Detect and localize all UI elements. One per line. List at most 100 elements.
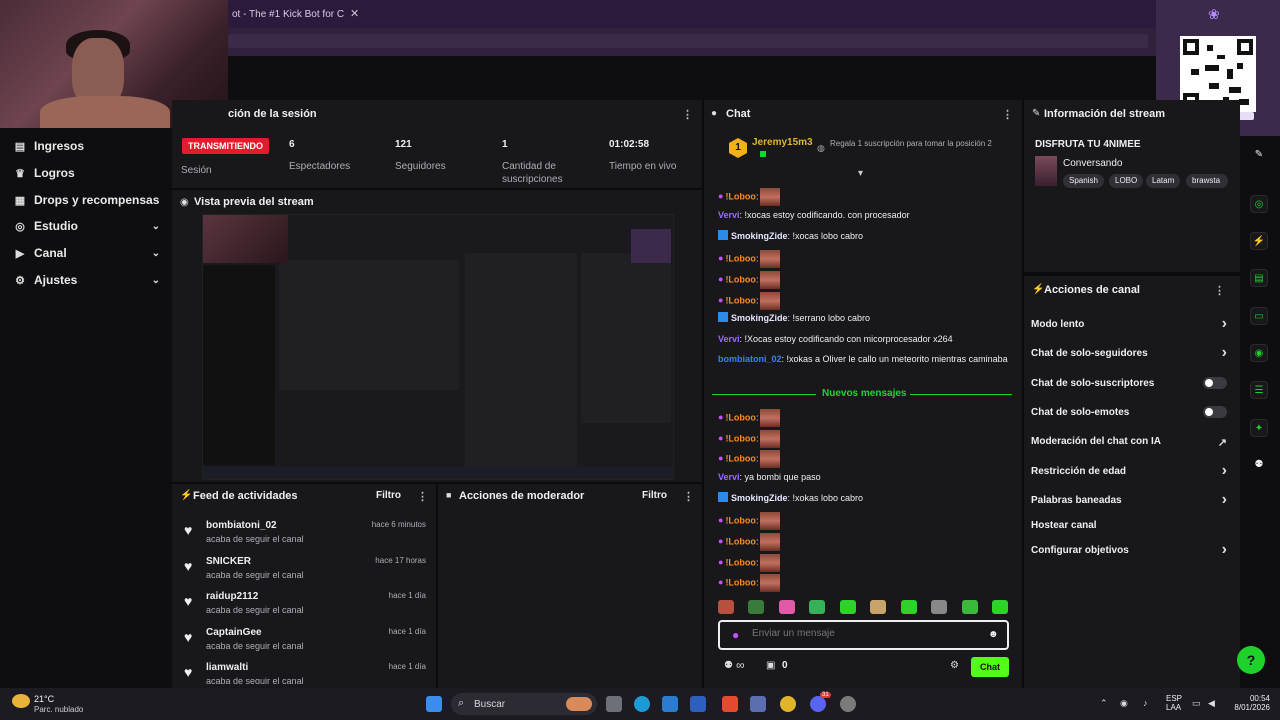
channel-action-chat-de-solo-emotes[interactable]: Chat de solo-emotes: [1031, 406, 1227, 418]
emote-shortcut-icon[interactable]: [748, 600, 765, 614]
layout-icon[interactable]: ☰: [1250, 381, 1268, 399]
actions-menu-icon[interactable]: ⋮: [1214, 284, 1225, 297]
tray-app-icon[interactable]: ◉: [1120, 698, 1128, 709]
camera-icon[interactable]: ◎: [1250, 195, 1268, 213]
channel-action-restricción-de-edad[interactable]: Restricción de edad ›: [1031, 462, 1227, 479]
feed-user[interactable]: bombiatoni_02: [206, 520, 277, 531]
chat-username[interactable]: !Loboo: [725, 253, 756, 263]
files-icon[interactable]: [606, 696, 622, 712]
lang-indicator[interactable]: ESP LAA: [1166, 694, 1186, 712]
feed-menu-icon[interactable]: ⋮: [417, 490, 428, 503]
wrench-icon[interactable]: ✦: [1250, 419, 1268, 437]
chrome-icon[interactable]: [780, 696, 796, 712]
chat-username[interactable]: Vervi: [718, 334, 740, 344]
address-field[interactable]: [228, 34, 1148, 48]
chat-username[interactable]: Vervi: [718, 472, 740, 482]
users-tool-icon[interactable]: ⚉: [1250, 456, 1268, 474]
discord-icon[interactable]: [810, 696, 826, 712]
pinned-user[interactable]: Jeremy15m3: [752, 137, 813, 148]
chat-settings-icon[interactable]: ⚙: [950, 660, 959, 671]
sidebar-item-estudio[interactable]: ◎ Estudio ⌄: [14, 219, 160, 233]
doc-icon[interactable]: ▤: [1250, 269, 1268, 287]
chat-username[interactable]: SmokingZide: [731, 493, 788, 503]
send-chat-button[interactable]: Chat: [971, 657, 1009, 677]
chat-username[interactable]: !Loboo: [725, 412, 756, 422]
mod-menu-icon[interactable]: ⋮: [683, 490, 694, 503]
chat-menu-icon[interactable]: ⋮: [1002, 108, 1013, 121]
emote-shortcut-icon[interactable]: [718, 600, 734, 614]
help-icon[interactable]: ?: [1237, 646, 1265, 674]
session-menu-icon[interactable]: ⋮: [682, 108, 693, 121]
emote-shortcut-icon[interactable]: [991, 600, 1008, 614]
chat-username[interactable]: SmokingZide: [731, 313, 788, 323]
channel-action-palabras-baneadas[interactable]: Palabras baneadas ›: [1031, 491, 1227, 508]
app-icon[interactable]: [690, 696, 706, 712]
chat-input[interactable]: [752, 628, 982, 639]
stream-tag[interactable]: LOBO: [1109, 174, 1144, 188]
stream-tag[interactable]: Spanish: [1063, 174, 1104, 188]
tray-chevron-icon[interactable]: ⌃: [1100, 698, 1108, 709]
chat-username[interactable]: !Loboo: [725, 515, 756, 525]
toggle-switch[interactable]: [1203, 406, 1227, 418]
browser-tab[interactable]: ot - The #1 Kick Bot for C: [228, 2, 366, 26]
calculator-icon[interactable]: [750, 696, 766, 712]
stream-tag[interactable]: brawsta: [1186, 174, 1228, 188]
channel-action-chat-de-solo-suscriptores[interactable]: Chat de solo-suscriptores: [1031, 377, 1227, 389]
feed-user[interactable]: SNICKER: [206, 556, 251, 567]
flash-tool-icon[interactable]: ⚡: [1250, 232, 1268, 250]
steam-icon[interactable]: [840, 696, 856, 712]
emote-shortcut-icon[interactable]: [839, 600, 856, 614]
network-icon[interactable]: ▭: [1192, 698, 1201, 709]
sidebar-item-logros[interactable]: ♛ Logros: [14, 166, 160, 180]
broadcast-icon[interactable]: ◉: [1250, 344, 1268, 362]
chat-username[interactable]: SmokingZide: [731, 231, 788, 241]
emote-shortcut-icon[interactable]: [778, 600, 795, 614]
clock[interactable]: 00:54 8/01/2026: [1222, 694, 1270, 712]
volume-icon[interactable]: ◀: [1208, 698, 1215, 709]
channel-action-modo-lento[interactable]: Modo lento ›: [1031, 315, 1227, 332]
emote-shortcut-icon[interactable]: [809, 600, 826, 614]
collapse-icon[interactable]: ▾: [858, 168, 863, 179]
emote-shortcut-icon[interactable]: [931, 600, 948, 614]
chat-username[interactable]: !Loboo: [725, 274, 756, 284]
emote-shortcut-icon[interactable]: [870, 600, 887, 614]
toggle-switch[interactable]: [1203, 377, 1227, 389]
sidebar-item-canal[interactable]: ▶ Canal ⌄: [14, 246, 160, 260]
stream-preview-video[interactable]: [202, 214, 674, 480]
chat-username[interactable]: !Loboo: [725, 453, 756, 463]
chat-username[interactable]: !Loboo: [725, 536, 756, 546]
sidebar-item-ajustes[interactable]: ⚙ Ajustes ⌄: [14, 273, 160, 287]
chat-username[interactable]: !Loboo: [725, 295, 756, 305]
mod-filter-button[interactable]: Filtro: [642, 490, 667, 501]
emote-shortcut-icon[interactable]: [900, 600, 917, 614]
chat-username[interactable]: !Loboo: [725, 557, 756, 567]
mic-tray-icon[interactable]: ♪: [1143, 698, 1148, 708]
chat-username[interactable]: bombiatoni_02: [718, 354, 782, 364]
emoji-icon[interactable]: ☻: [988, 629, 999, 640]
edit-icon[interactable]: ✎: [1250, 146, 1268, 164]
chat-username[interactable]: !Loboo: [725, 191, 756, 201]
channel-action-chat-de-solo-seguidores[interactable]: Chat de solo-seguidores ›: [1031, 344, 1227, 361]
sidebar-item-drops-y-recompensas[interactable]: ▦ Drops y recompensas: [14, 193, 160, 207]
channel-action-configurar-objetivos[interactable]: Configurar objetivos ›: [1031, 541, 1227, 558]
calendar-icon[interactable]: [662, 696, 678, 712]
emote-shortcut-icon[interactable]: [961, 600, 978, 614]
feed-user[interactable]: raidup2112: [206, 591, 258, 602]
chat-input-box[interactable]: ● ☻: [718, 620, 1009, 650]
feed-user[interactable]: CaptainGee: [206, 627, 262, 638]
edge-icon[interactable]: [634, 696, 650, 712]
chat-username[interactable]: !Loboo: [725, 433, 756, 443]
close-tab-icon[interactable]: ✕: [350, 7, 359, 20]
feed-user[interactable]: liamwalti: [206, 662, 248, 673]
users-icon[interactable]: ⚉: [724, 660, 733, 671]
stream-tag[interactable]: Latam: [1146, 174, 1181, 188]
sidebar-item-ingresos[interactable]: ▤ Ingresos: [14, 139, 160, 153]
start-icon[interactable]: [426, 696, 442, 712]
channel-action-hostear-canal[interactable]: Hostear canal: [1031, 520, 1227, 531]
brave-icon[interactable]: [722, 696, 738, 712]
channel-action-moderación-del-chat-con-ia[interactable]: Moderación del chat con IA ↗: [1031, 436, 1227, 449]
feed-filter-button[interactable]: Filtro: [376, 490, 401, 501]
chat-tool-icon[interactable]: ▭: [1250, 307, 1268, 325]
chat-username[interactable]: !Loboo: [725, 577, 756, 587]
chat-username[interactable]: Vervi: [718, 210, 740, 220]
